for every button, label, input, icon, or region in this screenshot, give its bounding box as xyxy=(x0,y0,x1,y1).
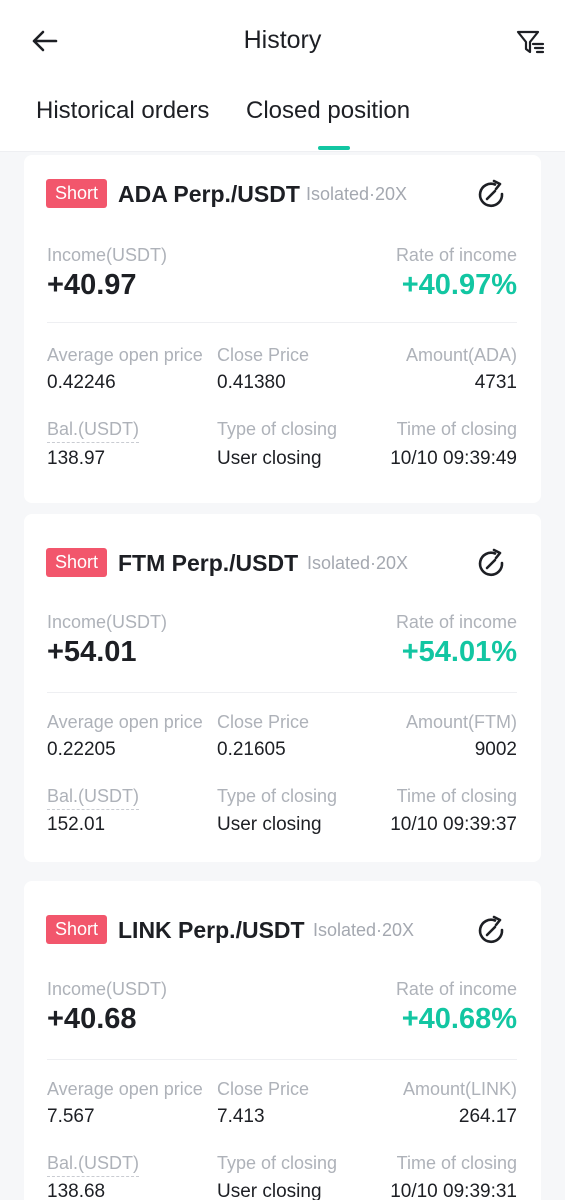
income-label: Income(USDT) xyxy=(47,245,168,265)
time-closing-value: 10/10 09:39:31 xyxy=(390,1181,517,1200)
tab-closed-position[interactable]: Closed position xyxy=(246,97,410,125)
position-card[interactable]: Short FTM Perp./USDT Isolated·20X Income… xyxy=(24,514,541,862)
active-tab-indicator xyxy=(318,146,350,150)
side-badge: Short xyxy=(46,548,108,577)
share-button[interactable] xyxy=(476,915,508,947)
balance-value: 138.68 xyxy=(47,1181,106,1200)
rate-label: Rate of income xyxy=(395,979,517,999)
page-title: History xyxy=(243,26,322,54)
time-closing-value: 10/10 09:39:37 xyxy=(390,814,517,835)
type-closing-value: User closing xyxy=(217,448,322,469)
symbol-name: ADA Perp./USDT xyxy=(118,181,300,207)
divider xyxy=(47,1059,517,1060)
share-refresh-icon xyxy=(478,179,504,208)
margin-mode: Isolated·20X xyxy=(313,920,415,940)
avg-open-label: Average open price xyxy=(47,1079,203,1099)
type-closing-label: Type of closing xyxy=(217,419,338,439)
balance-value: 138.97 xyxy=(47,448,106,469)
avg-open-label: Average open price xyxy=(47,712,203,732)
symbol-name: FTM Perp./USDT xyxy=(118,550,299,576)
side-badge: Short xyxy=(46,179,108,208)
rate-value: +54.01% xyxy=(401,636,517,668)
amount-value: 9002 xyxy=(474,739,517,760)
amount-label: Amount(LINK) xyxy=(402,1079,517,1099)
close-price-value: 7.413 xyxy=(217,1106,265,1127)
top-bar: History Historical orders Closed positio… xyxy=(0,0,565,152)
type-closing-value: User closing xyxy=(217,814,322,835)
filter-icon xyxy=(516,30,545,54)
avg-open-label: Average open price xyxy=(47,345,203,365)
filter-button[interactable] xyxy=(514,26,546,58)
side-badge: Short xyxy=(46,915,108,944)
avg-open-value: 0.22205 xyxy=(47,739,116,760)
balance-label[interactable]: Bal.(USDT) xyxy=(47,417,140,443)
time-closing-value: 10/10 09:39:49 xyxy=(390,448,517,469)
income-value: +54.01 xyxy=(47,636,137,668)
balance-label[interactable]: Bal.(USDT) xyxy=(47,784,140,810)
income-value: +40.68 xyxy=(47,1003,137,1035)
position-card[interactable]: Short ADA Perp./USDT Isolated·20X Income… xyxy=(24,155,541,503)
rate-label: Rate of income xyxy=(395,245,517,265)
type-closing-label: Type of closing xyxy=(217,786,338,806)
share-button[interactable] xyxy=(476,179,508,211)
divider xyxy=(47,692,517,693)
tab-historical-orders[interactable]: Historical orders xyxy=(36,97,209,125)
amount-label: Amount(FTM) xyxy=(405,712,517,732)
time-closing-label: Time of closing xyxy=(396,1153,517,1173)
avg-open-value: 0.42246 xyxy=(47,372,116,393)
rate-label: Rate of income xyxy=(395,612,517,632)
close-price-value: 0.41380 xyxy=(217,372,286,393)
close-price-value: 0.21605 xyxy=(217,739,286,760)
close-price-label: Close Price xyxy=(217,345,310,365)
time-closing-label: Time of closing xyxy=(396,419,517,439)
symbol-name: LINK Perp./USDT xyxy=(118,917,305,943)
balance-label[interactable]: Bal.(USDT) xyxy=(47,1151,140,1177)
close-price-label: Close Price xyxy=(217,1079,310,1099)
rate-value: +40.97% xyxy=(401,269,517,301)
income-value: +40.97 xyxy=(47,269,137,301)
margin-mode: Isolated·20X xyxy=(306,184,408,204)
share-refresh-icon xyxy=(478,548,504,577)
share-button[interactable] xyxy=(476,548,508,580)
amount-label: Amount(ADA) xyxy=(405,345,517,365)
income-label: Income(USDT) xyxy=(47,979,168,999)
amount-value: 4731 xyxy=(474,372,517,393)
margin-mode: Isolated·20X xyxy=(307,553,409,573)
divider xyxy=(47,322,517,323)
income-label: Income(USDT) xyxy=(47,612,168,632)
type-closing-value: User closing xyxy=(217,1181,322,1200)
time-closing-label: Time of closing xyxy=(396,786,517,806)
amount-value: 264.17 xyxy=(458,1106,517,1127)
balance-value: 152.01 xyxy=(47,814,106,835)
close-price-label: Close Price xyxy=(217,712,310,732)
type-closing-label: Type of closing xyxy=(217,1153,338,1173)
avg-open-value: 7.567 xyxy=(47,1106,95,1127)
position-card[interactable]: Short LINK Perp./USDT Isolated·20X Incom… xyxy=(24,881,541,1200)
share-refresh-icon xyxy=(478,915,504,944)
rate-value: +40.68% xyxy=(401,1003,517,1035)
